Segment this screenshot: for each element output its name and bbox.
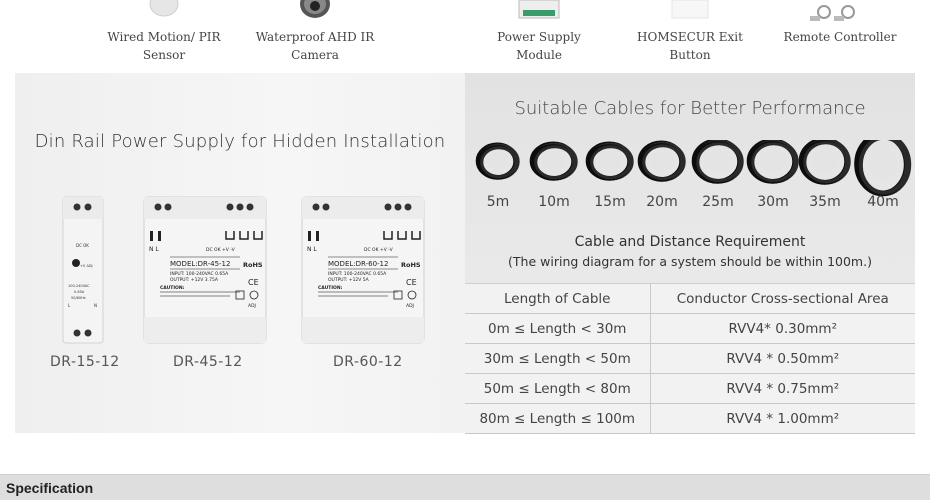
din-rail-section: Din Rail Power Supply for Hidden Install…	[15, 73, 465, 433]
requirement-subtitle: (The wiring diagram for a system should …	[508, 254, 872, 269]
ir-camera-icon	[300, 0, 330, 18]
product-label: Waterproof AHD IR Camera	[255, 30, 375, 62]
dr-15-12-caption: DR-15-12	[50, 354, 120, 370]
column-header-area: Conductor Cross-sectional Area	[650, 283, 915, 314]
svg-text:INPUT: 100-240VAC 0.65A: INPUT: 100-240VAC 0.65A	[170, 271, 229, 277]
accessory-strip: Wired Motion/ PIR Sensor Waterproof AHD …	[0, 0, 930, 72]
svg-text:OUTPUT: +12V 5A: OUTPUT: +12V 5A	[328, 277, 370, 283]
exit-button-icon	[671, 0, 709, 19]
dr-45-12-caption: DR-45-12	[173, 354, 243, 370]
svg-text:ADJ: ADJ	[248, 303, 256, 309]
svg-text:OUTPUT: +12V 3.75A: OUTPUT: +12V 3.75A	[170, 277, 219, 283]
area-cell: RVV4* 0.30mm²	[650, 313, 915, 344]
requirement-title: Cable and Distance Requirement	[574, 234, 806, 250]
svg-text:RoHS: RoHS	[401, 261, 421, 269]
specification-header[interactable]: Specification	[0, 474, 930, 500]
svg-text:0.65A: 0.65A	[74, 290, 85, 294]
svg-text:100-240VAC: 100-240VAC	[68, 284, 90, 288]
dr-60-12-image: N L DC OK +V -V MODEL:DR-60-12 RoHS INPU…	[301, 196, 425, 344]
cable-length-label: 35m	[809, 194, 841, 210]
pir-sensor-icon	[149, 0, 179, 17]
table-row: 30m ≤ Length < 50m RVV4 * 0.50mm²	[465, 343, 915, 374]
din-rail-title: Din Rail Power Supply for Hidden Install…	[34, 131, 446, 152]
table-row: 50m ≤ Length < 80m RVV4 * 0.75mm²	[465, 373, 915, 404]
length-cell: 0m ≤ Length < 30m	[465, 313, 651, 344]
svg-text:CE: CE	[406, 278, 417, 287]
product-exit-button: HOMSECUR Exit Button	[615, 0, 765, 72]
svg-text:CE: CE	[248, 278, 259, 287]
area-cell: RVV4 * 0.50mm²	[650, 343, 915, 374]
column-header-length: Length of Cable	[465, 283, 651, 314]
svg-text:RoHS: RoHS	[243, 261, 263, 269]
svg-text:N: N	[94, 303, 97, 308]
svg-text:DC OK +V -V: DC OK +V -V	[206, 247, 236, 253]
svg-text:MODEL:DR-60-12: MODEL:DR-60-12	[328, 260, 388, 268]
svg-text:ADJ: ADJ	[406, 303, 414, 309]
cable-length-label: 10m	[538, 194, 570, 210]
svg-text:N L: N L	[149, 246, 159, 253]
length-cell: 80m ≤ Length ≤ 100m	[465, 403, 651, 434]
product-ir-camera: Waterproof AHD IR Camera	[250, 0, 380, 72]
svg-text:N L: N L	[307, 246, 317, 253]
product-pir-sensor: Wired Motion/ PIR Sensor	[85, 0, 243, 72]
product-power-supply-module: Power Supply Module	[474, 0, 604, 72]
cable-length-label: 30m	[757, 194, 789, 210]
specification-label: Specification	[6, 480, 94, 496]
cable-length-label: 25m	[702, 194, 734, 210]
cable-coil-icon	[746, 140, 799, 184]
product-label: Wired Motion/ PIR Sensor	[107, 30, 221, 62]
svg-text:CAUTION:: CAUTION:	[160, 285, 185, 291]
cables-section: Suitable Cables for Better Performance C…	[465, 73, 915, 434]
cable-length-label: 15m	[594, 194, 626, 210]
cable-length-label: 5m	[486, 194, 510, 210]
dr-15-12-image: DC OK +V ADJ 100-240VAC 0.65A 50/60Hz L …	[62, 196, 104, 344]
cable-requirement-table: Length of Cable Conductor Cross-sectiona…	[465, 283, 915, 434]
cables-title: Suitable Cables for Better Performance	[514, 98, 866, 119]
cable-coil-icon	[798, 140, 851, 185]
product-remote-controller: Remote Controller	[780, 0, 900, 72]
cable-coil-icon	[691, 140, 744, 184]
product-label: Power Supply Module	[497, 30, 581, 62]
table-row: 0m ≤ Length < 30m RVV4* 0.30mm²	[465, 313, 915, 344]
cable-coil-icon	[529, 141, 578, 181]
cable-coil-icon	[637, 140, 686, 182]
length-cell: 30m ≤ Length < 50m	[465, 343, 651, 374]
cable-length-label: 20m	[646, 194, 678, 210]
svg-text:+V ADJ: +V ADJ	[80, 264, 93, 268]
dr-45-12-image: N L DC OK +V -V MODEL:DR-45-12 RoHS INPU…	[143, 196, 267, 344]
table-header-row: Length of Cable Conductor Cross-sectiona…	[465, 283, 915, 314]
svg-text:CAUTION:: CAUTION:	[318, 285, 343, 291]
svg-text:50/60Hz: 50/60Hz	[71, 296, 86, 300]
product-label: Remote Controller	[783, 30, 897, 44]
svg-text:DC OK: DC OK	[76, 243, 89, 248]
remote-controller-icon	[810, 5, 855, 21]
area-cell: RVV4 * 0.75mm²	[650, 373, 915, 404]
cable-coil-icon	[854, 140, 912, 197]
svg-text:MODEL:DR-45-12: MODEL:DR-45-12	[170, 260, 230, 268]
table-row: 80m ≤ Length ≤ 100m RVV4 * 1.00mm²	[465, 403, 915, 434]
cable-coil-icon	[475, 142, 520, 180]
dr-60-12-caption: DR-60-12	[333, 354, 403, 370]
product-label: HOMSECUR Exit Button	[637, 30, 743, 62]
svg-text:INPUT: 100-240VAC 0.65A: INPUT: 100-240VAC 0.65A	[328, 271, 387, 277]
length-cell: 50m ≤ Length < 80m	[465, 373, 651, 404]
power-supply-module-icon	[518, 0, 560, 19]
cable-coil-icon	[585, 141, 634, 181]
svg-text:DC OK +V -V: DC OK +V -V	[364, 247, 394, 253]
area-cell: RVV4 * 1.00mm²	[650, 403, 915, 434]
cable-length-label: 40m	[867, 194, 899, 210]
